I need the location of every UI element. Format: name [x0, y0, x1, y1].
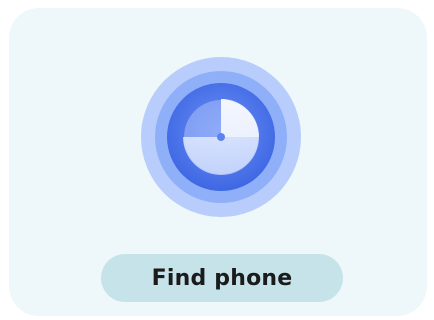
find-phone-label: Find phone	[151, 265, 293, 291]
find-phone-card[interactable]: Find phone	[9, 8, 427, 316]
find-phone-button[interactable]: Find phone	[101, 254, 343, 302]
radar-center-dot	[217, 133, 225, 141]
radar-graphic	[141, 57, 301, 217]
radar-locate-icon	[139, 55, 303, 219]
